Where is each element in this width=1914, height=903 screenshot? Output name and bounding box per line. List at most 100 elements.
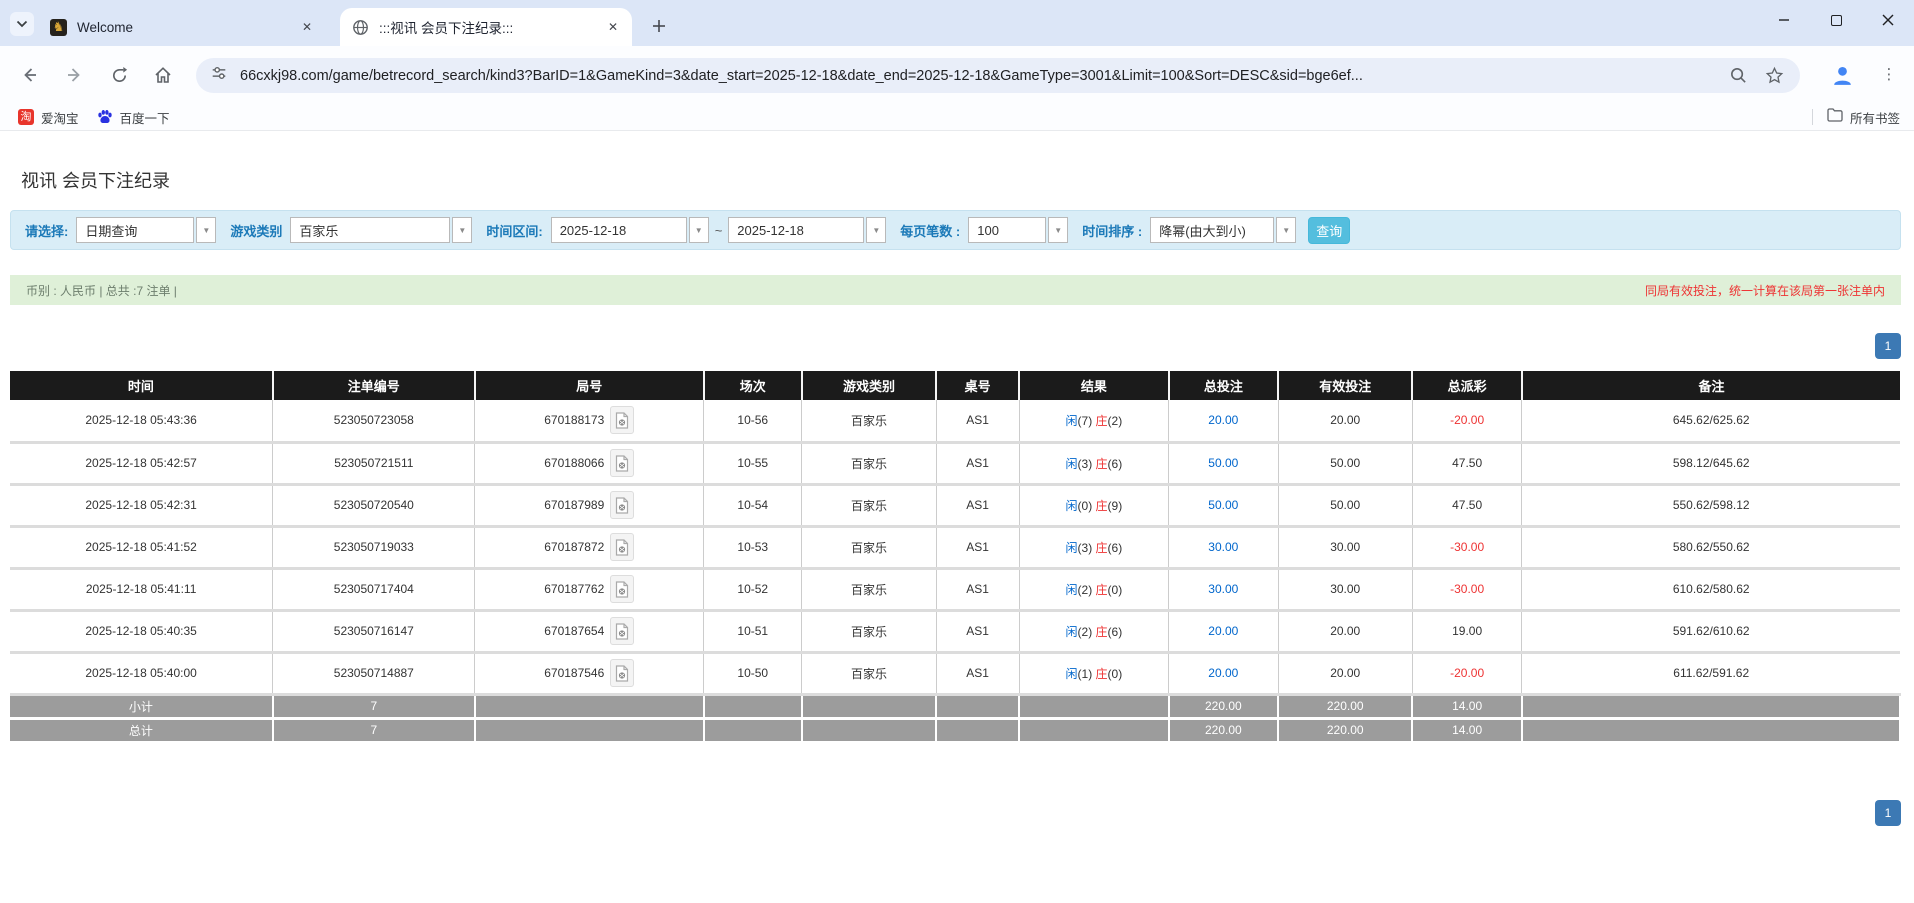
cell-round: 670187762 xyxy=(475,568,704,610)
cell-time: 2025-12-18 05:41:11 xyxy=(10,568,273,610)
tab-welcome[interactable]: ♞ Welcome ✕ xyxy=(38,8,326,46)
bookmark-star-icon[interactable] xyxy=(1762,64,1786,88)
subtotal-row-cell-2 xyxy=(475,694,704,718)
zoom-icon[interactable] xyxy=(1726,64,1750,88)
video-replay-icon[interactable] xyxy=(610,406,634,434)
new-tab-button[interactable] xyxy=(648,15,670,37)
table-row: 2025-12-18 05:40:35523050716147670187654… xyxy=(10,610,1900,652)
round-number: 670187546 xyxy=(544,666,604,680)
result-banker: 庄 xyxy=(1096,583,1108,597)
total-bet-link[interactable]: 20.00 xyxy=(1208,624,1238,638)
video-replay-icon[interactable] xyxy=(610,449,634,477)
back-button[interactable] xyxy=(16,62,42,88)
globe-icon xyxy=(352,19,369,36)
cell-remark: 591.62/610.62 xyxy=(1522,610,1900,652)
cell-total-bet[interactable]: 20.00 xyxy=(1169,400,1279,442)
dropdown-arrow-icon[interactable]: ▼ xyxy=(1048,217,1068,243)
tab-search-button[interactable] xyxy=(10,12,34,36)
forward-button[interactable] xyxy=(62,62,88,88)
profile-avatar[interactable] xyxy=(1830,63,1855,93)
cell-result: 闲(3) 庄(6) xyxy=(1019,526,1168,568)
maximize-button[interactable] xyxy=(1810,0,1862,40)
bookmark-taobao[interactable]: 淘 爱淘宝 xyxy=(18,108,79,127)
result-banker: 庄 xyxy=(1096,457,1108,471)
cell-round: 670187546 xyxy=(475,652,704,694)
cell-game-type: 百家乐 xyxy=(802,610,936,652)
result-banker-points: (0) xyxy=(1108,583,1123,597)
table-row: 2025-12-18 05:42:31523050720540670187989… xyxy=(10,484,1900,526)
dropdown-arrow-icon[interactable]: ▼ xyxy=(196,217,216,243)
cell-time: 2025-12-18 05:43:36 xyxy=(10,400,273,442)
cell-time: 2025-12-18 05:40:00 xyxy=(10,652,273,694)
column-header: 总投注 xyxy=(1169,371,1279,400)
cell-remark: 550.62/598.12 xyxy=(1522,484,1900,526)
total-bet-link[interactable]: 20.00 xyxy=(1208,413,1238,427)
cell-total-bet[interactable]: 20.00 xyxy=(1169,652,1279,694)
video-replay-icon[interactable] xyxy=(610,533,634,561)
dropdown-arrow-icon[interactable]: ▼ xyxy=(866,217,886,243)
cell-total-bet[interactable]: 30.00 xyxy=(1169,526,1279,568)
round-number: 670188066 xyxy=(544,456,604,470)
all-bookmarks[interactable]: 所有书签 xyxy=(1812,108,1900,127)
pagination-page-1-top[interactable]: 1 xyxy=(1875,333,1901,359)
minimize-button[interactable] xyxy=(1758,0,1810,40)
total-bet-link[interactable]: 30.00 xyxy=(1208,582,1238,596)
column-header: 注单编号 xyxy=(273,371,475,400)
payout-value: -30.00 xyxy=(1450,582,1484,596)
site-settings-icon[interactable] xyxy=(210,64,228,87)
sort-select[interactable]: 降幂(由大到小) ▼ xyxy=(1150,217,1296,243)
query-type-select[interactable]: 日期查询 ▼ xyxy=(76,217,216,243)
date-start-select[interactable]: 2025-12-18 ▼ xyxy=(551,217,709,243)
total-bet-link[interactable]: 50.00 xyxy=(1208,456,1238,470)
browser-menu-icon[interactable]: ⋮ xyxy=(1880,61,1898,87)
dropdown-arrow-icon[interactable]: ▼ xyxy=(1276,217,1296,243)
close-window-button[interactable] xyxy=(1862,0,1914,40)
tab-title: Welcome xyxy=(77,20,290,35)
cell-total-bet[interactable]: 30.00 xyxy=(1169,568,1279,610)
tab-close-icon[interactable]: ✕ xyxy=(604,18,622,36)
column-header: 结果 xyxy=(1019,371,1168,400)
column-header: 局号 xyxy=(475,371,704,400)
total-bet-link[interactable]: 20.00 xyxy=(1208,666,1238,680)
reload-button[interactable] xyxy=(106,62,132,88)
address-bar[interactable]: 66cxkj98.com/game/betrecord_search/kind3… xyxy=(196,58,1800,93)
cell-table-no: AS1 xyxy=(936,442,1019,484)
pagination-page-1-bottom[interactable]: 1 xyxy=(1875,800,1901,826)
video-replay-icon[interactable] xyxy=(610,491,634,519)
taobao-icon: 淘 xyxy=(18,109,34,125)
tab-close-icon[interactable]: ✕ xyxy=(298,18,316,36)
video-replay-icon[interactable] xyxy=(610,659,634,687)
summary-bar: 币别 : 人民币 | 总共 :7 注单 | 同局有效投注，统一计算在该局第一张注… xyxy=(10,275,1901,305)
dropdown-arrow-icon[interactable]: ▼ xyxy=(689,217,709,243)
bookmark-baidu[interactable]: 百度一下 xyxy=(97,108,170,127)
cell-payout: -20.00 xyxy=(1412,652,1522,694)
dropdown-arrow-icon[interactable]: ▼ xyxy=(452,217,472,243)
tab-bet-record[interactable]: :::视讯 会员下注纪录::: ✕ xyxy=(340,8,632,46)
browser-toolbar: 66cxkj98.com/game/betrecord_search/kind3… xyxy=(0,46,1914,104)
game-type-select[interactable]: 百家乐 ▼ xyxy=(290,217,472,243)
grand-total-row: 总计7220.00220.0014.00 xyxy=(10,718,1900,742)
total-bet-link[interactable]: 30.00 xyxy=(1208,540,1238,554)
cell-game-type: 百家乐 xyxy=(802,526,936,568)
cell-valid-bet: 20.00 xyxy=(1278,652,1412,694)
cell-total-bet[interactable]: 50.00 xyxy=(1169,442,1279,484)
welcome-favicon-icon: ♞ xyxy=(50,19,67,36)
cell-total-bet[interactable]: 50.00 xyxy=(1169,484,1279,526)
round-number: 670188173 xyxy=(544,413,604,427)
date-end-select[interactable]: 2025-12-18 ▼ xyxy=(728,217,886,243)
result-player: 闲 xyxy=(1066,414,1078,428)
cell-total-bet[interactable]: 20.00 xyxy=(1169,610,1279,652)
cell-game-type: 百家乐 xyxy=(802,400,936,442)
page-size-select[interactable]: 100 ▼ xyxy=(968,217,1068,243)
cell-session: 10-55 xyxy=(704,442,802,484)
home-button[interactable] xyxy=(150,62,176,88)
cell-session: 10-53 xyxy=(704,526,802,568)
cell-round: 670188173 xyxy=(475,400,704,442)
result-banker-points: (0) xyxy=(1108,667,1123,681)
search-button[interactable]: 查询 xyxy=(1308,217,1350,244)
video-replay-icon[interactable] xyxy=(610,575,634,603)
payout-value: 19.00 xyxy=(1452,624,1482,638)
video-replay-icon[interactable] xyxy=(610,617,634,645)
column-header: 桌号 xyxy=(936,371,1019,400)
total-bet-link[interactable]: 50.00 xyxy=(1208,498,1238,512)
